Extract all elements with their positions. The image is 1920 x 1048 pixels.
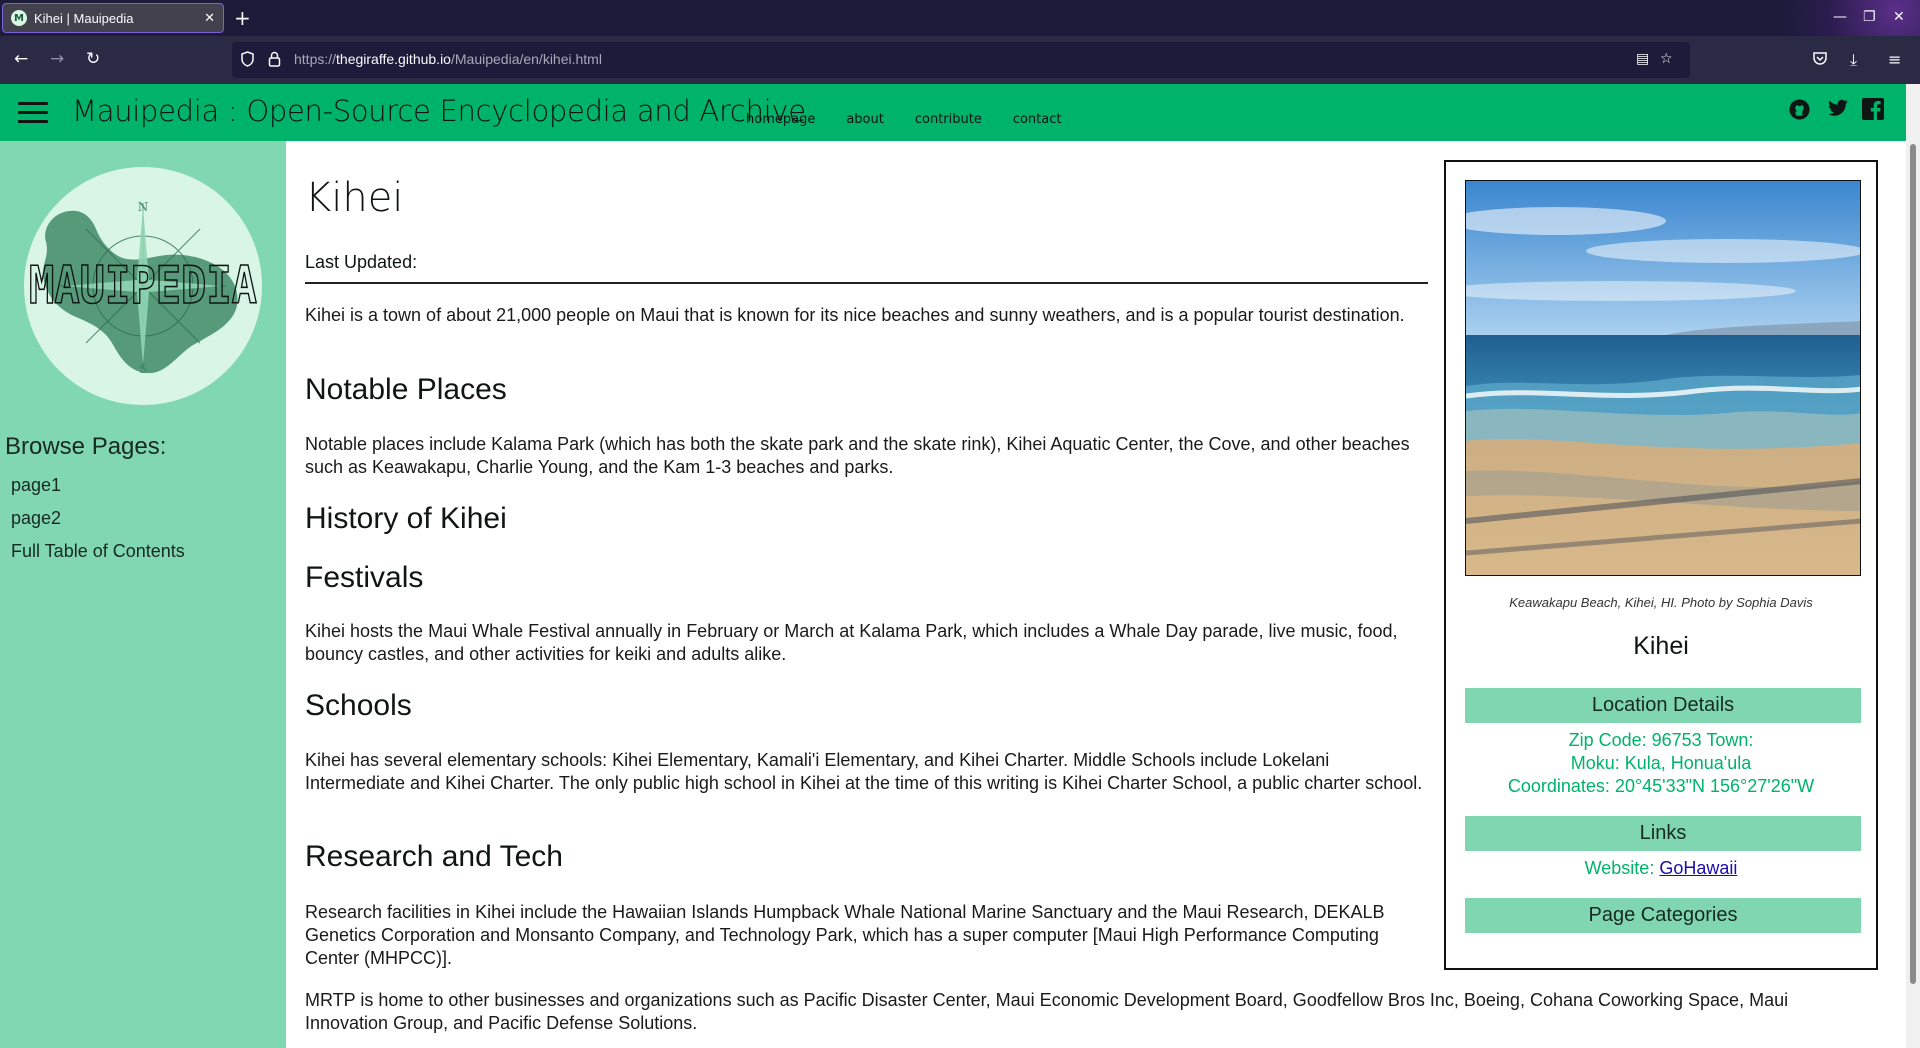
pocket-icon[interactable]	[1812, 50, 1828, 70]
forward-icon[interactable]: →	[50, 49, 64, 69]
favicon-icon: M	[11, 10, 27, 26]
heading-research-tech: Research and Tech	[305, 840, 563, 873]
links-heading: Links	[1465, 816, 1861, 851]
heading-history: History of Kihei	[305, 502, 507, 535]
paragraph-research-tech: Research facilities in Kihei include the…	[305, 902, 1385, 968]
page-scrollbar[interactable]	[1906, 84, 1920, 1048]
heading-festivals: Festivals	[305, 561, 424, 594]
scrollbar-thumb[interactable]	[1910, 144, 1916, 984]
menu-icon[interactable]: ≡	[1888, 50, 1901, 69]
browse-pages-heading: Browse Pages:	[5, 433, 167, 460]
website-link[interactable]: GoHawaii	[1659, 858, 1737, 878]
nav-link-about[interactable]: about	[846, 112, 884, 127]
sidebar-link-table-of-contents[interactable]: Full Table of Contents	[11, 541, 185, 562]
heading-schools: Schools	[305, 689, 412, 722]
last-updated: Last Updated:	[305, 252, 418, 272]
download-icon[interactable]: ⤓	[1850, 50, 1857, 70]
photo-caption: Keawakapu Beach, Kihei, HI. Photo by Sop…	[1509, 595, 1813, 610]
bookmark-star-icon[interactable]: ☆	[1660, 51, 1673, 67]
nav-link-contribute[interactable]: contribute	[915, 112, 982, 127]
url-host: thegiraffe.github.io	[336, 51, 451, 67]
site-header: Mauipedia : Open-Source Encyclopedia and…	[0, 84, 1906, 141]
website-line: Website: GoHawaii	[1446, 858, 1876, 879]
minimize-icon[interactable]: —	[1833, 9, 1847, 25]
browser-tab-bar: M Kihei | Mauipedia ✕ + — ❐ ✕	[0, 0, 1920, 36]
zip-code-line: Zip Code: 96753 Town:	[1568, 730, 1754, 750]
site-title: Mauipedia : Open-Source Encyclopedia and…	[72, 94, 806, 128]
url-text[interactable]: https://thegiraffe.github.io/Mauipedia/e…	[294, 51, 602, 67]
back-icon[interactable]: ←	[14, 49, 28, 69]
sidebar-link-page2[interactable]: page2	[11, 508, 61, 529]
github-icon[interactable]	[1787, 97, 1811, 121]
reader-view-icon[interactable]: ▤	[1636, 51, 1649, 67]
compass-north-label: N	[138, 200, 149, 214]
close-tab-icon[interactable]: ✕	[204, 11, 215, 26]
lock-icon[interactable]	[268, 51, 281, 71]
sidebar-link-page1[interactable]: page1	[11, 475, 61, 496]
coordinates-line: Coordinates: 20°45'33"N 156°27'26"W	[1507, 776, 1815, 796]
moku-line: Moku: Kula, Honua'ula	[1570, 753, 1752, 773]
paragraph-notable-places: Notable places include Kalama Park (whic…	[305, 434, 1410, 477]
intro-paragraph: Kihei is a town of about 21,000 people o…	[305, 305, 1405, 325]
infobox: Keawakapu Beach, Kihei, HI. Photo by Sop…	[1444, 160, 1878, 970]
nav-link-contact[interactable]: contact	[1013, 112, 1062, 127]
paragraph-festivals: Kihei hosts the Maui Whale Festival annu…	[305, 621, 1398, 664]
close-window-icon[interactable]: ✕	[1893, 9, 1905, 25]
page-categories-heading: Page Categories	[1465, 898, 1861, 933]
title-divider	[305, 282, 1428, 284]
paragraph-mrtp: MRTP is home to other businesses and org…	[305, 990, 1789, 1033]
website-label: Website:	[1584, 858, 1655, 878]
site-nav: homepage about contribute contact	[746, 112, 1061, 127]
nav-link-homepage[interactable]: homepage	[746, 112, 815, 127]
infobox-title: Kihei	[1633, 632, 1689, 660]
location-details-heading: Location Details	[1465, 688, 1861, 723]
sidebar: N S MAUIPEDIA Browse Pages: page1 page2 …	[0, 141, 286, 1048]
reload-icon[interactable]: ↻	[86, 49, 100, 69]
beach-photo	[1465, 180, 1861, 576]
facebook-icon[interactable]	[1861, 97, 1885, 121]
heading-notable-places: Notable Places	[305, 373, 507, 406]
twitter-icon[interactable]	[1825, 97, 1849, 121]
compass-south-label: S	[139, 362, 147, 376]
logo-wordmark: MAUIPEDIA	[29, 256, 257, 316]
tab-title: Kihei | Mauipedia	[34, 10, 134, 26]
hamburger-menu-icon[interactable]	[18, 102, 48, 124]
page-title: Kihei	[305, 175, 404, 221]
url-prefix: https://	[294, 51, 337, 67]
shield-icon[interactable]	[240, 51, 255, 71]
paragraph-schools: Kihei has several elementary schools: Ki…	[305, 750, 1423, 793]
url-path: /Mauipedia/en/kihei.html	[450, 51, 602, 67]
mauipedia-logo[interactable]: N S MAUIPEDIA	[24, 167, 262, 405]
browser-tab[interactable]: M Kihei | Mauipedia ✕	[2, 3, 224, 33]
browser-toolbar: ← → ↻ https://thegiraffe.github.io/Mauip…	[0, 36, 1920, 84]
url-bar[interactable]: https://thegiraffe.github.io/Mauipedia/e…	[232, 42, 1690, 78]
restore-icon[interactable]: ❐	[1863, 9, 1876, 25]
new-tab-icon[interactable]: +	[234, 6, 251, 30]
